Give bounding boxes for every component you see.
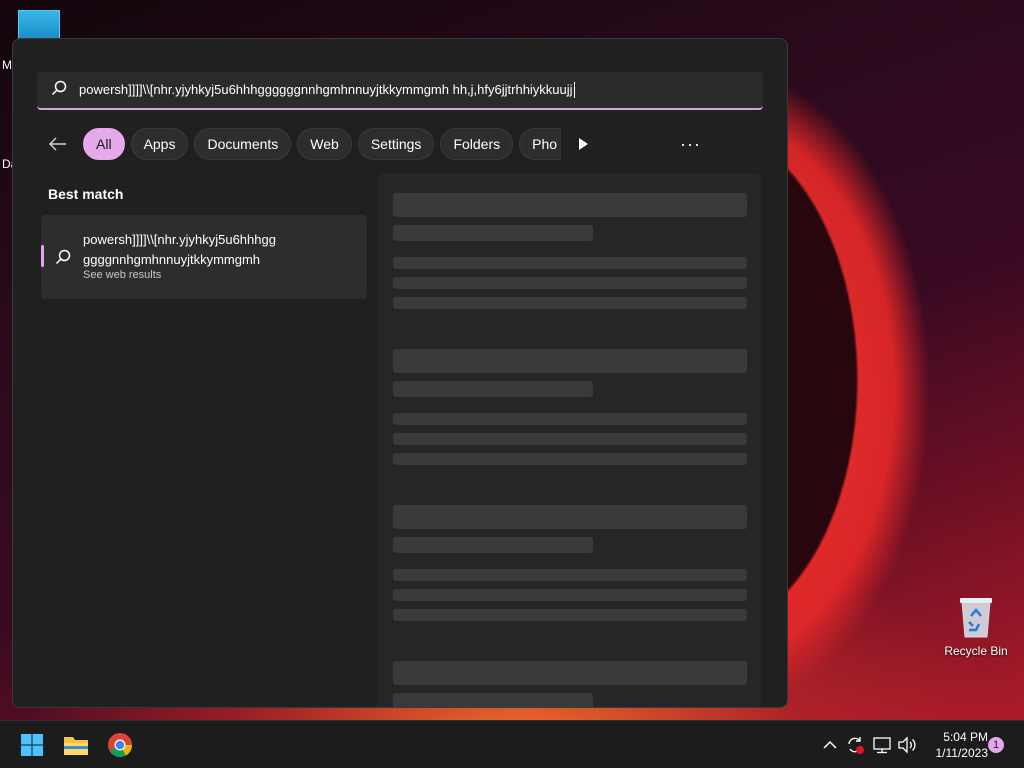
preview-pane-loading (377, 173, 761, 707)
skeleton-bar (393, 225, 593, 241)
sync-alert-icon[interactable] (845, 735, 865, 755)
scroll-right-icon[interactable] (569, 128, 597, 160)
chrome-icon[interactable] (104, 729, 136, 761)
filter-chip-web[interactable]: Web (297, 128, 352, 160)
filter-chip-all[interactable]: All (83, 128, 125, 160)
filter-bar: All Apps Documents Web Settings Folders … (41, 127, 771, 161)
search-query-text: powersh]]]]\\[nhr.yjyhkyj5u6hhhggggggnnh… (79, 81, 573, 97)
skeleton-bar (393, 413, 747, 425)
desktop-folder-icon[interactable] (18, 10, 60, 40)
taskbar: 5:04 PM 1/11/2023 1 (0, 720, 1024, 768)
skeleton-bar (393, 661, 747, 685)
best-match-heading: Best match (48, 186, 124, 202)
skeleton-bar (393, 609, 747, 621)
network-icon[interactable] (872, 735, 892, 755)
skeleton-bar (393, 381, 593, 397)
file-explorer-icon[interactable] (60, 729, 92, 761)
recycle-bin-shortcut[interactable]: Recycle Bin (940, 596, 1012, 658)
skeleton-bar (393, 349, 747, 373)
skeleton-bar (393, 569, 747, 581)
result-title-line-1: powersh]]]]\\[nhr.yjyhkyj5u6hhhgg (83, 232, 276, 247)
skeleton-bar (393, 277, 747, 289)
filter-chip-settings[interactable]: Settings (357, 128, 435, 160)
recycle-bin-icon (959, 596, 993, 638)
windows-start-icon[interactable] (16, 729, 48, 761)
filter-chip-photos[interactable]: Pho (519, 128, 562, 160)
filter-chip-documents[interactable]: Documents (194, 128, 292, 160)
skeleton-bar (393, 297, 747, 309)
result-title-line-2: ggggnnhgmhnnuyjtkkymmgmh (83, 252, 261, 267)
clock-date: 1/11/2023 (935, 746, 989, 760)
skeleton-bar (393, 433, 747, 445)
search-input[interactable]: powersh]]]]\\[nhr.yjyhkyj5u6hhhggggggnnh… (37, 72, 763, 110)
skeleton-bar (393, 505, 747, 529)
skeleton-bar (393, 193, 747, 217)
skeleton-bar (393, 453, 747, 465)
recycle-bin-label: Recycle Bin (944, 644, 1008, 658)
skeleton-bar (393, 589, 747, 601)
selection-indicator (41, 245, 44, 267)
filter-chip-apps[interactable]: Apps (130, 128, 189, 160)
web-search-icon (55, 249, 71, 270)
skeleton-bar (393, 257, 747, 269)
skeleton-bar (393, 537, 593, 553)
clock-time: 5:04 PM (943, 730, 988, 744)
chevron-up-icon[interactable] (820, 735, 840, 755)
notification-badge[interactable]: 1 (988, 737, 1004, 753)
system-clock[interactable]: 5:04 PM 1/11/2023 (922, 729, 989, 761)
search-icon (51, 80, 67, 101)
back-arrow-icon[interactable] (41, 127, 75, 161)
result-title: powersh]]]]\\[nhr.yjyhkyj5u6hhhgg ggggnn… (83, 230, 353, 270)
filter-chip-folders[interactable]: Folders (440, 128, 514, 160)
volume-icon[interactable] (897, 735, 917, 755)
skeleton-bar (393, 693, 593, 707)
result-subtitle: See web results (83, 269, 162, 281)
search-flyout: powersh]]]]\\[nhr.yjyhkyj5u6hhhgg ggggnnh… (12, 38, 788, 708)
desktop-label-fragment: M (2, 58, 12, 72)
best-match-result[interactable]: powersh]]]]\\[nhr.yjyhkyj5u6hhhgg ggggnn… (41, 215, 367, 299)
text-caret (573, 82, 575, 99)
more-options-button[interactable]: ··· (680, 127, 701, 161)
